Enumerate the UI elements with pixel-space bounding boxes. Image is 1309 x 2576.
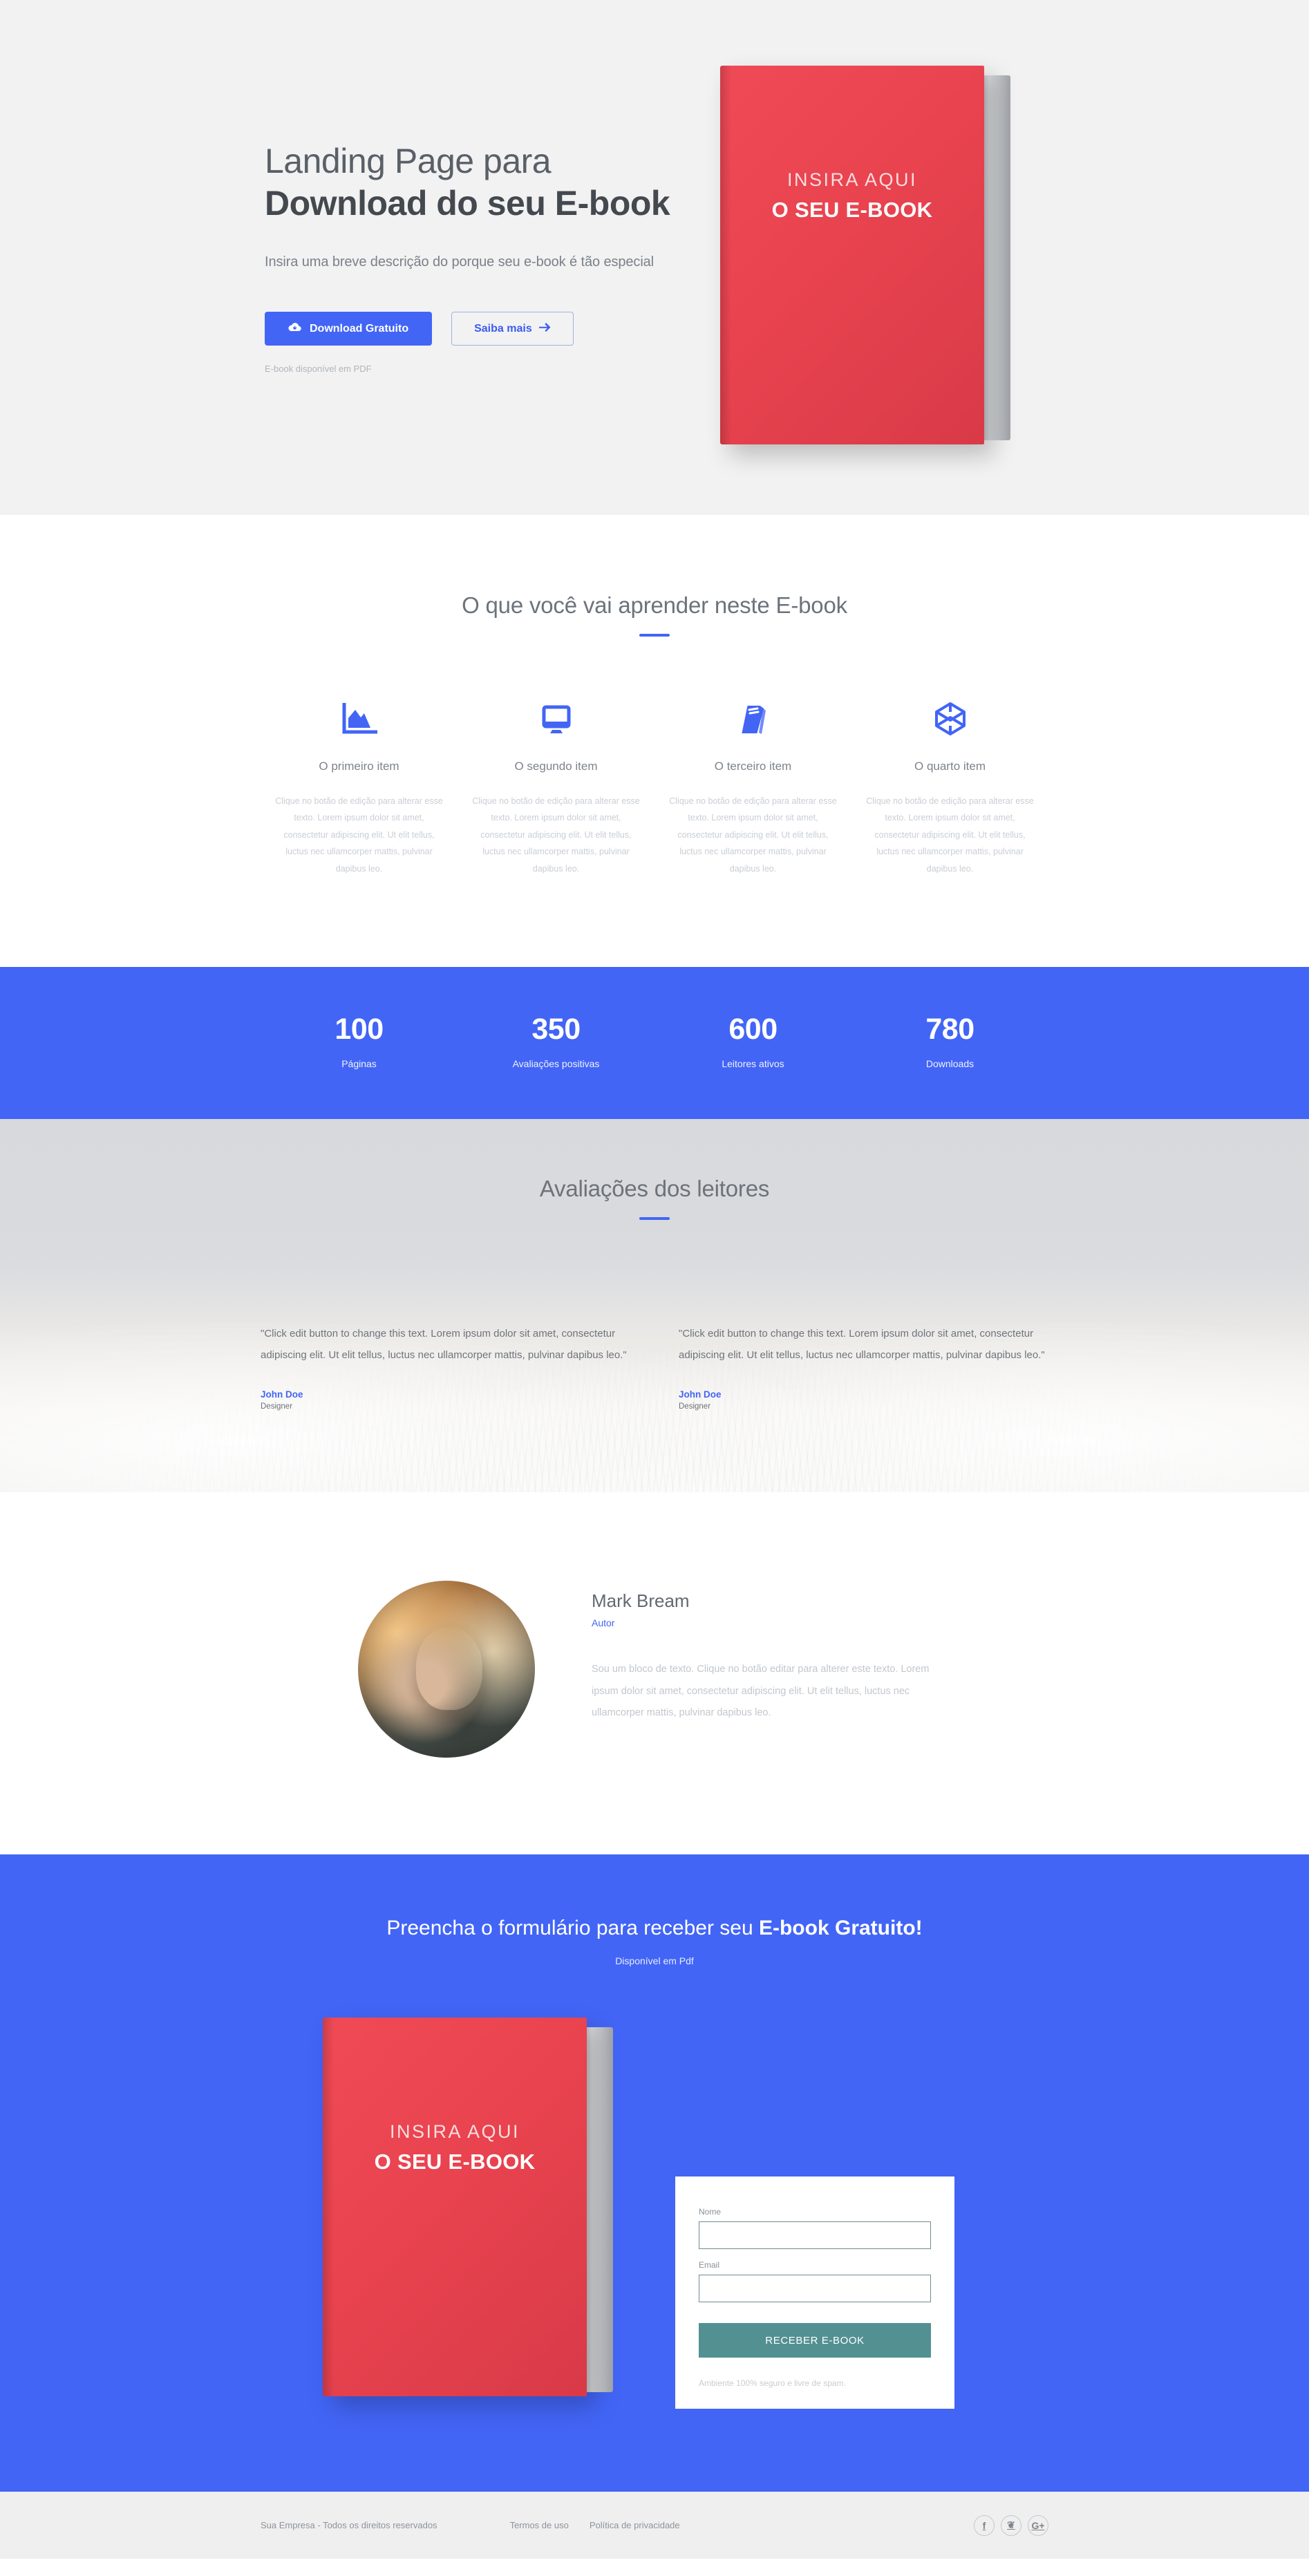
book-cover: INSIRA AQUI O SEU E-BOOK xyxy=(720,65,984,444)
testimonial-author-role: Designer xyxy=(261,1402,293,1411)
section-divider xyxy=(639,634,670,637)
receber-ebook-button[interactable]: RECEBER E-BOOK xyxy=(699,2323,931,2358)
feature-name: O segundo item xyxy=(514,760,598,773)
stat-value: 780 xyxy=(925,1012,974,1046)
hero-subtitle: Insira uma breve descrição do porque seu… xyxy=(265,254,654,270)
download-gratuito-button[interactable]: Download Gratuito xyxy=(265,312,433,346)
author-name: Mark Bream xyxy=(592,1590,690,1612)
testimonials-title: Avaliações dos leitores xyxy=(539,1175,770,1201)
stat-label: Leitores ativos xyxy=(722,1057,784,1069)
email-field-label: Email xyxy=(699,2260,720,2271)
feature-name: O terceiro item xyxy=(714,760,792,773)
form-security-note: Ambiente 100% seguro e livre de spam. xyxy=(699,2378,846,2389)
author-section: Mark Bream Autor Sou um bloco de texto. … xyxy=(0,1492,1309,1855)
footer-social-links: f ❦ G+ xyxy=(974,2514,1048,2536)
feature-name: O quarto item xyxy=(914,760,986,773)
feature-item: O quarto item Clique no botão de edição … xyxy=(851,693,1048,877)
cta-title-plain: Preencha o formulário para receber seu xyxy=(386,1917,759,1940)
facebook-icon[interactable]: f xyxy=(974,2514,995,2536)
feature-desc: Clique no botão de edição para alterar e… xyxy=(669,796,837,874)
book-icon xyxy=(667,693,839,736)
footer: Sua Empresa - Todos os direitos reservad… xyxy=(0,2492,1309,2559)
footer-link-privacy[interactable]: Política de privacidade xyxy=(590,2520,680,2530)
codepen-cube-icon xyxy=(864,693,1036,736)
cta-title: Preencha o formulário para receber seu E… xyxy=(261,1917,1048,1940)
testimonial-card: "Click edit button to change this text. … xyxy=(261,1324,630,1411)
testimonial-card: "Click edit button to change this text. … xyxy=(679,1324,1048,1411)
feature-desc: Clique no botão de edição para alterar e… xyxy=(472,796,640,874)
cta-section: Preencha o formulário para receber seu E… xyxy=(0,1854,1309,2492)
name-field-label: Nome xyxy=(699,2207,722,2217)
testimonial-quote: "Click edit button to change this text. … xyxy=(679,1327,1045,1361)
stat-item: 100 Páginas xyxy=(261,1013,458,1069)
name-input[interactable] xyxy=(699,2221,931,2250)
arrow-right-icon xyxy=(538,322,551,335)
testimonial-author-name: John Doe xyxy=(261,1389,303,1400)
stat-label: Páginas xyxy=(341,1057,377,1069)
cta-book-image: INSIRA AQUI O SEU E-BOOK xyxy=(261,2013,675,2402)
hero-title-line2: Download do seu E-book xyxy=(265,184,670,223)
footer-links: Termos de uso Política de privacidade xyxy=(510,2520,680,2530)
email-input[interactable] xyxy=(699,2275,931,2303)
footer-copyright: Sua Empresa - Todos os direitos reservad… xyxy=(261,2520,437,2531)
hero-title-line1: Landing Page para xyxy=(265,142,552,180)
cta-subtitle: Disponível em Pdf xyxy=(615,1955,694,1967)
book-cover-top-text: INSIRA AQUI xyxy=(389,2121,520,2143)
google-plus-icon[interactable]: G+ xyxy=(1028,2514,1048,2536)
hero-section: Landing Page para Download do seu E-book… xyxy=(0,0,1309,515)
stat-value: 100 xyxy=(335,1012,384,1046)
stat-label: Downloads xyxy=(925,1057,974,1069)
hero-book-image: INSIRA AQUI O SEU E-BOOK xyxy=(682,65,1048,450)
author-avatar xyxy=(358,1581,535,1758)
feature-desc: Clique no botão de edição para alterar e… xyxy=(866,796,1034,874)
stat-item: 600 Leitores ativos xyxy=(654,1013,851,1069)
feature-name: O primeiro item xyxy=(319,760,399,773)
book-cover-top-text: INSIRA AQUI xyxy=(787,169,918,190)
lead-capture-form: Nome Email RECEBER E-BOOK Ambiente 100% … xyxy=(675,2177,954,2409)
testimonial-author-role: Designer xyxy=(679,1402,711,1411)
book-cover-main-text: O SEU E-BOOK xyxy=(374,2150,536,2174)
footer-link-terms[interactable]: Termos de uso xyxy=(510,2520,569,2530)
book-cover-main-text: O SEU E-BOOK xyxy=(771,197,933,222)
features-title: O que você vai aprender neste E-book xyxy=(462,592,847,618)
testimonial-author-name: John Doe xyxy=(679,1389,722,1400)
saiba-mais-button[interactable]: Saiba mais xyxy=(451,312,574,346)
cloud-download-icon xyxy=(288,322,301,336)
features-section: O que você vai aprender neste E-book O p… xyxy=(0,515,1309,967)
twitter-icon[interactable]: ❦ xyxy=(1001,2514,1021,2536)
download-gratuito-label: Download Gratuito xyxy=(310,322,409,335)
book-pages xyxy=(583,2027,613,2393)
section-divider xyxy=(639,1216,670,1220)
cta-title-bold: E-book Gratuito! xyxy=(758,1917,923,1940)
saiba-mais-label: Saiba mais xyxy=(474,322,532,335)
hero-text-block: Landing Page para Download do seu E-book… xyxy=(261,141,682,374)
author-bio: Sou um bloco de texto. Clique no botão e… xyxy=(592,1664,930,1718)
stat-value: 350 xyxy=(531,1012,581,1046)
area-chart-icon xyxy=(273,693,445,736)
book-pages xyxy=(980,75,1010,440)
author-role: Autor xyxy=(592,1617,615,1629)
stat-item: 780 Downloads xyxy=(851,1013,1048,1069)
feature-item: O primeiro item Clique no botão de ediçã… xyxy=(261,693,458,877)
feature-item: O segundo item Clique no botão de edição… xyxy=(458,693,654,877)
stat-value: 600 xyxy=(728,1012,778,1046)
testimonial-quote: "Click edit button to change this text. … xyxy=(261,1327,627,1361)
hero-note: E-book disponível em PDF xyxy=(265,364,372,374)
stat-label: Avaliações positivas xyxy=(512,1057,600,1069)
desktop-monitor-icon xyxy=(470,693,642,736)
hero-button-group: Download Gratuito Saiba mais xyxy=(265,312,682,346)
feature-desc: Clique no botão de edição para alterar e… xyxy=(275,796,443,874)
stats-section: 100 Páginas 350 Avaliações positivas 600… xyxy=(0,966,1309,1119)
book-cover: INSIRA AQUI O SEU E-BOOK xyxy=(323,2018,587,2397)
feature-item: O terceiro item Clique no botão de ediçã… xyxy=(654,693,851,877)
stat-item: 350 Avaliações positivas xyxy=(458,1013,654,1069)
testimonials-section: Avaliações dos leitores "Click edit butt… xyxy=(0,1118,1309,1493)
